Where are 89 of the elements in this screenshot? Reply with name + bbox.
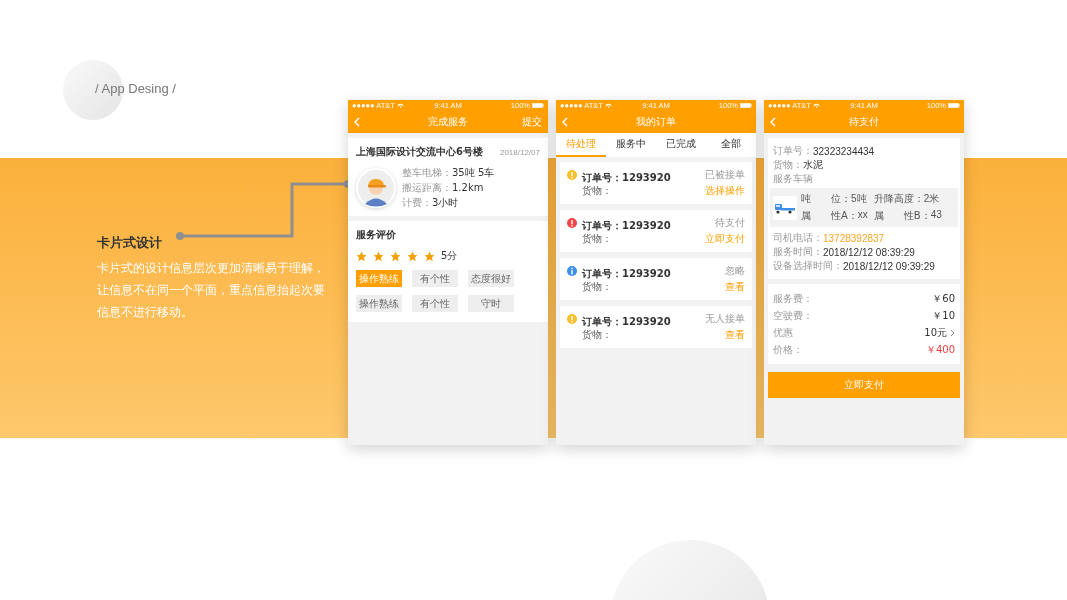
spec-label: 属 性A：: [801, 209, 858, 223]
tab[interactable]: 全部: [706, 133, 756, 157]
order-number-label: 订单号：: [582, 171, 622, 183]
score-text: 5分: [441, 249, 458, 263]
detail-label: 整车电梯：: [402, 166, 452, 179]
back-icon[interactable]: [354, 117, 360, 127]
detail-value: 3小时: [432, 196, 459, 209]
rating-title: 服务评价: [356, 228, 397, 242]
info-value: 13728392837: [823, 232, 885, 244]
fee-value: ￥60: [932, 291, 955, 306]
info-value: 32323234434: [813, 145, 875, 157]
star-icon: [356, 250, 367, 262]
detail-value: 1.2km: [452, 181, 484, 194]
info-value: 水泥: [803, 158, 823, 172]
wifi-icon: [396, 103, 404, 108]
screen-title: 我的订单: [635, 115, 677, 129]
goods-label: 货物：: [582, 328, 612, 342]
address-text: 上海国际设计交流中心6号楼: [356, 145, 483, 159]
fee-value: ￥10: [932, 308, 955, 323]
back-icon[interactable]: [770, 117, 776, 127]
order-number: 1293920: [622, 267, 671, 279]
spec-label: 升降高度：: [873, 192, 924, 206]
info-label: 货物：: [773, 158, 803, 172]
info-label: 订单号：: [773, 144, 813, 158]
order-status: 无人接单: [705, 312, 745, 326]
feature-description: 卡片式的设计信息层次更加清晰易于理解，让信息不在同一个平面，重点信息抬起次要信息不进行移动。: [97, 260, 326, 321]
goods-label: 货物：: [582, 280, 612, 294]
wifi-icon: [604, 103, 612, 108]
order-number-label: 订单号：: [582, 267, 622, 279]
fee-label: 空驶费：: [773, 308, 813, 323]
info-label: 服务时间：: [773, 245, 823, 259]
star-icon: [424, 250, 435, 262]
goods-label: 货物：: [582, 232, 612, 246]
info-value: 2018/12/12 08:39:29: [823, 246, 915, 258]
tag-chip[interactable]: 有个性: [412, 295, 458, 312]
tag-chip[interactable]: 有个性: [412, 270, 458, 287]
order-status: 已被接单: [705, 168, 745, 182]
tag-chip[interactable]: 态度很好: [468, 270, 514, 287]
back-icon[interactable]: [562, 117, 568, 127]
spec-value: 5吨: [851, 192, 867, 206]
order-status: 忽略: [725, 264, 745, 278]
goods-label: 货物：: [582, 184, 612, 198]
screen-title: 完成服务: [427, 115, 469, 129]
battery-icon: [740, 103, 752, 108]
fee-label: 优惠: [773, 325, 793, 340]
vehicle-heading: 服务车辆: [773, 172, 814, 186]
order-card[interactable]: 订单号：1293920 待支付 货物： 立即支付: [560, 210, 752, 252]
detail-value: 35吨 5车: [452, 166, 495, 179]
star-rating[interactable]: [356, 250, 435, 262]
detail-label: 计费：: [402, 196, 432, 209]
truck-icon: [774, 201, 796, 214]
order-card[interactable]: 订单号：1293920 无人接单 货物： 查看: [560, 306, 752, 348]
date-text: 2018/12/07: [499, 148, 540, 157]
star-icon: [407, 250, 418, 262]
fee-label: 服务费：: [773, 291, 813, 306]
order-number: 1293920: [622, 219, 671, 231]
star-icon: [373, 250, 384, 262]
order-card[interactable]: 订单号：1293920 忽略 货物： 查看: [560, 258, 752, 300]
tab[interactable]: 服务中: [606, 133, 656, 157]
battery-icon: [532, 103, 544, 108]
fee-value: ￥400: [925, 342, 955, 357]
order-number: 1293920: [622, 171, 671, 183]
order-number: 1293920: [622, 315, 671, 327]
order-number-label: 订单号：: [582, 219, 622, 231]
info-label: 设备选择时间：: [773, 259, 843, 273]
order-status: 待支付: [715, 216, 745, 230]
fee-label: 价格：: [773, 342, 803, 357]
star-icon: [390, 250, 401, 262]
info-label: 司机电话：: [773, 231, 823, 245]
fee-value: 10元: [924, 325, 947, 340]
order-number-label: 订单号：: [582, 315, 622, 327]
tag-chip[interactable]: 操作熟练: [356, 295, 402, 312]
info-value: 2018/12/12 09:39:29: [843, 260, 935, 272]
wifi-icon: [812, 103, 820, 108]
spec-value: xx: [857, 209, 868, 222]
section-label: / App Desing /: [95, 81, 176, 96]
tag-chip[interactable]: 守时: [468, 295, 514, 312]
order-card[interactable]: 订单号：1293920 已被接单 货物： 选择操作: [560, 162, 752, 204]
spec-label: 属 性B：: [873, 209, 931, 223]
tab[interactable]: 已完成: [656, 133, 706, 157]
spec-value: 43: [930, 209, 942, 222]
battery-icon: [948, 103, 960, 108]
screen-title: 待支付: [848, 115, 880, 129]
spec-value: 2米: [923, 192, 940, 206]
detail-label: 搬运距离：: [402, 181, 452, 194]
feature-title: 卡片式设计: [97, 234, 163, 252]
avatar-figure: [356, 167, 396, 208]
chevron-icon: [950, 328, 955, 337]
spec-label: 吨 位：: [801, 192, 851, 206]
